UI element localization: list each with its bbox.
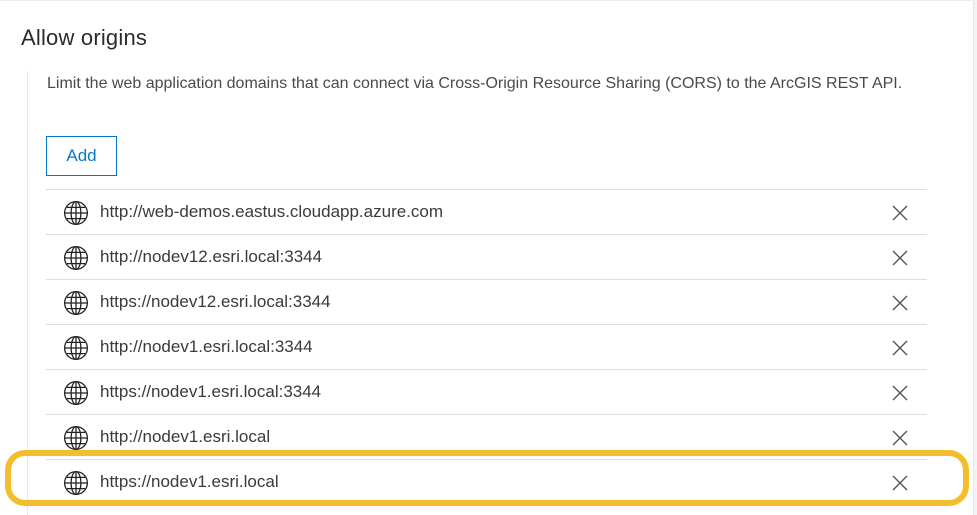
close-icon[interactable] [891, 474, 909, 492]
origin-row: http://nodev12.esri.local:3344 [46, 235, 927, 280]
origin-row: https://nodev12.esri.local:3344 [46, 280, 927, 325]
origin-url: http://nodev1.esri.local [100, 427, 271, 446]
globe-icon [63, 245, 89, 271]
globe-icon [63, 425, 89, 451]
globe-icon [63, 200, 89, 226]
section-title: Allow origins [21, 25, 148, 50]
origin-url: https://nodev1.esri.local [100, 472, 279, 491]
section-indent-rule [27, 71, 28, 515]
origin-row: http://nodev1.esri.local:3344 [46, 325, 927, 370]
globe-icon [63, 335, 89, 361]
origin-row: http://nodev1.esri.local [46, 415, 927, 460]
origin-url: https://nodev1.esri.local:3344 [100, 382, 322, 401]
origin-url: http://web-demos.eastus.cloudapp.azure.c… [100, 202, 444, 221]
close-icon[interactable] [891, 204, 909, 222]
close-icon[interactable] [891, 339, 909, 357]
add-origin-button[interactable]: Add [46, 136, 117, 176]
origin-url: http://nodev12.esri.local:3344 [100, 247, 323, 266]
globe-icon [63, 380, 89, 406]
globe-icon [63, 290, 89, 316]
close-icon[interactable] [891, 384, 909, 402]
close-icon[interactable] [891, 429, 909, 447]
section-description: Limit the web application domains that c… [47, 75, 903, 92]
globe-icon [63, 470, 89, 496]
origin-row-highlighted: https://nodev1.esri.local [46, 460, 927, 505]
page: Allow origins Limit the web application … [0, 0, 977, 515]
origin-row: https://nodev1.esri.local:3344 [46, 370, 927, 415]
origin-url: http://nodev1.esri.local:3344 [100, 337, 313, 356]
allow-origins-card: Allow origins Limit the web application … [0, 0, 974, 515]
origin-url: https://nodev12.esri.local:3344 [100, 292, 331, 311]
origin-list: http://web-demos.eastus.cloudapp.azure.c… [46, 189, 927, 505]
close-icon[interactable] [891, 249, 909, 267]
origin-row: http://web-demos.eastus.cloudapp.azure.c… [46, 190, 927, 235]
close-icon[interactable] [891, 294, 909, 312]
